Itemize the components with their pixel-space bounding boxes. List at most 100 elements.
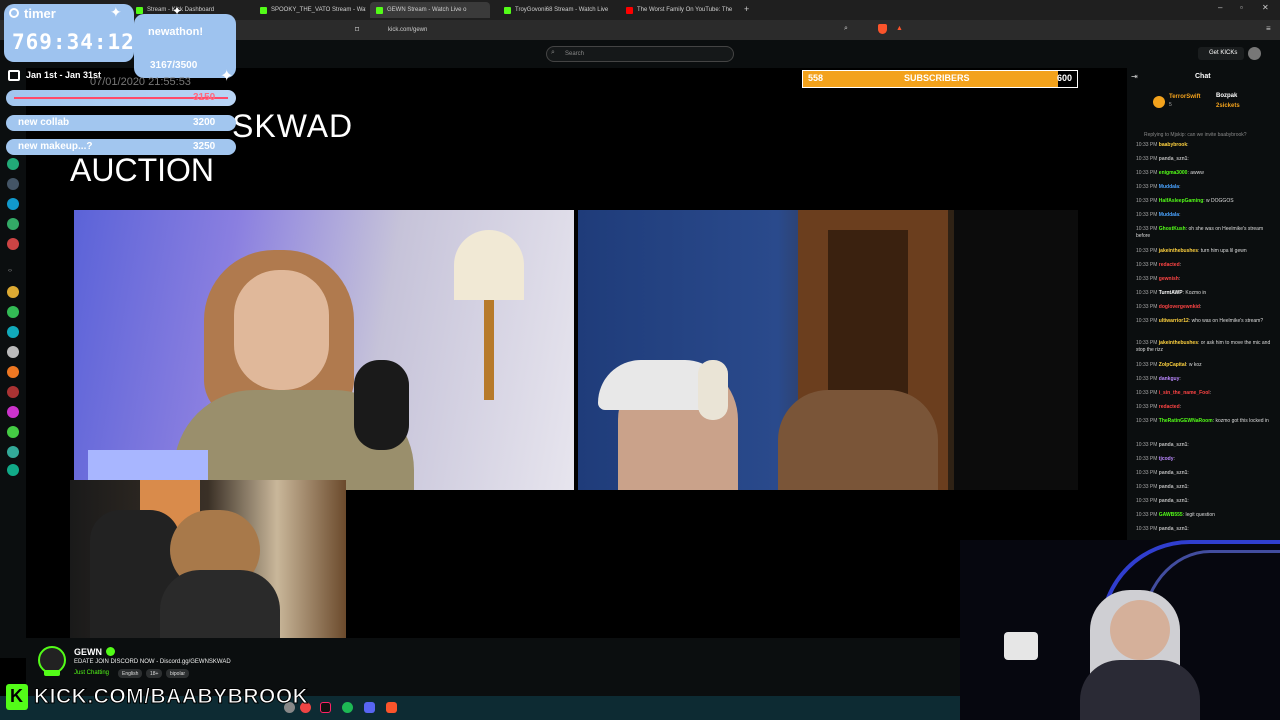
chat-username[interactable]: GhostKush (1159, 226, 1186, 232)
tab-label: TroyGovoni68 Stream - Watch Live o (515, 7, 610, 13)
rail-channel-avatar[interactable] (7, 238, 19, 250)
rail-channel-avatar[interactable] (7, 306, 19, 318)
chat-text: kozmo got this locked in (1215, 418, 1269, 424)
chat-timestamp: 10:33 PM (1136, 212, 1158, 218)
chat-username[interactable]: jakeinthebushes (1159, 340, 1198, 346)
collapse-chat-icon[interactable]: ⇥ (1131, 72, 1138, 81)
channel-name[interactable]: GEWN (74, 647, 102, 657)
webcam-feed-host (70, 480, 346, 638)
rewards-icon[interactable]: ▲ (896, 25, 903, 32)
chat-message: 10:33 PM panda_szn1: (1136, 526, 1189, 532)
stream-tag[interactable]: 18+ (146, 669, 163, 678)
chat-username[interactable]: panda_szn1 (1159, 156, 1188, 162)
chat-username[interactable]: panda_szn1 (1159, 526, 1188, 532)
rail-channel-avatar[interactable] (7, 426, 19, 438)
chat-message: 10:33 PM panda_szn1: (1136, 442, 1189, 448)
chat-message: 10:33 PM jakeinthebushes: or ask him to … (1136, 340, 1271, 353)
chat-username[interactable]: Muddala (1159, 184, 1179, 190)
rail-channel-avatar[interactable] (7, 158, 19, 170)
browser-tab[interactable]: SPOOKY_THE_VATO Stream - Watch (254, 2, 366, 18)
close-window-button[interactable]: ✕ (1262, 3, 1269, 12)
chat-timestamp: 10:33 PM (1136, 498, 1158, 504)
kick-channel-url: KICK.COM/BAABYBROOK (33, 685, 309, 709)
chat-username[interactable]: tjcody (1159, 456, 1174, 462)
url-field[interactable]: kick.com/gewn (372, 23, 912, 37)
pinned-user[interactable]: 2sickets (1216, 103, 1240, 109)
chat-message: 10:33 PM jakeinthebushes: turn him upa l… (1136, 248, 1247, 254)
chat-timestamp: 10:33 PM (1136, 276, 1158, 282)
stream-tag[interactable]: bipolar (166, 669, 190, 678)
browser-tab[interactable]: The Worst Family On YouTube: The (620, 2, 738, 18)
rail-channel-avatar[interactable] (7, 346, 19, 358)
tiktok-icon[interactable] (320, 702, 331, 713)
chat-username[interactable]: dankguy (1159, 376, 1180, 382)
chat-message: 10:33 PM GhostKush: oh she was on Heelmi… (1136, 226, 1264, 239)
bookmark-icon[interactable]: ⌑ (355, 25, 359, 34)
zoom-icon[interactable]: ⌕ (844, 25, 848, 33)
browser-tab[interactable]: GEWN Stream - Watch Live o (370, 2, 490, 18)
rail-channel-avatar[interactable] (7, 326, 19, 338)
menu-icon[interactable]: ≡ (1266, 24, 1271, 33)
chat-username[interactable]: HalfAsleepGaming (1159, 198, 1203, 204)
chat-username[interactable]: panda_szn1 (1159, 484, 1188, 490)
chat-username[interactable]: jakeinthebushes (1159, 248, 1198, 254)
discord-icon[interactable] (364, 702, 375, 713)
chat-timestamp: 10:33 PM (1136, 340, 1158, 346)
chat-username[interactable]: Muddala (1159, 212, 1179, 218)
chat-username[interactable]: panda_szn1 (1159, 498, 1188, 504)
chat-timestamp: 10:33 PM (1136, 470, 1158, 476)
search-input[interactable]: Search (546, 46, 734, 62)
verified-icon (106, 647, 115, 656)
chat-username[interactable]: TheRatinGEWNaRoom (1159, 418, 1213, 424)
rail-channel-avatar[interactable] (7, 178, 19, 190)
chat-message: 10:33 PM panda_szn1: (1136, 498, 1189, 504)
brave-icon[interactable] (386, 702, 397, 713)
chat-username[interactable]: ultiwarrior12 (1159, 318, 1189, 324)
chat-username[interactable]: redacted (1159, 404, 1180, 410)
rail-channel-avatar[interactable] (7, 198, 19, 210)
chat-message: 10:33 PM baabybrook: (1136, 142, 1189, 148)
new-tab-button[interactable]: + (744, 4, 749, 14)
chat-username[interactable]: enigma3000 (1159, 170, 1188, 176)
rail-channel-avatar[interactable] (7, 446, 19, 458)
rail-channel-avatar[interactable] (7, 464, 19, 476)
rail-channel-avatar[interactable] (7, 366, 19, 378)
get-kicks-button[interactable]: Get KICKs (1198, 47, 1244, 60)
pinned-user[interactable]: Bozpak (1216, 93, 1237, 99)
stream-category[interactable]: Just Chatting (74, 670, 109, 676)
minimize-button[interactable]: – (1218, 3, 1222, 12)
chat-username[interactable]: redacted (1159, 262, 1180, 268)
chat-username[interactable]: GAWB555 (1159, 512, 1183, 518)
stream-tag[interactable]: English (118, 669, 143, 678)
brave-shield-icon[interactable] (878, 24, 887, 34)
chat-username[interactable]: gewnish (1159, 276, 1179, 282)
rail-channel-avatar[interactable] (7, 286, 19, 298)
rail-channel-avatar[interactable] (7, 218, 19, 230)
chat-username[interactable]: baabybrook (1159, 142, 1187, 148)
chat-username[interactable]: ZolpCapital (1159, 362, 1186, 368)
sparkle-icon: ✦ (172, 4, 183, 18)
user-avatar[interactable] (1248, 47, 1261, 60)
chat-username[interactable]: i_sin_the_name_Fool (1159, 390, 1210, 396)
spotify-icon[interactable] (342, 702, 353, 713)
chat-username[interactable]: panda_szn1 (1159, 442, 1188, 448)
chat-timestamp: 10:33 PM (1136, 318, 1158, 324)
chat-message: 10:33 PM HalfAsleepGaming: w DOGGOS (1136, 198, 1234, 204)
tab-favicon-icon (504, 6, 511, 14)
chat-message: 10:33 PM Muddala: (1136, 184, 1181, 190)
rail-channel-avatar[interactable] (7, 406, 19, 418)
chat-username[interactable]: doglovergewnkid (1159, 304, 1200, 310)
chat-username[interactable]: TurntAWP (1159, 290, 1183, 296)
goal-amount: 3150 (193, 92, 216, 103)
maximize-button[interactable]: ▫ (1240, 3, 1243, 12)
tab-favicon-icon (136, 6, 143, 14)
tab-favicon-icon (260, 6, 267, 14)
pinned-user[interactable]: TerrorSwift (1169, 94, 1201, 100)
chat-timestamp: 10:33 PM (1136, 456, 1158, 462)
chat-timestamp: 10:33 PM (1136, 484, 1158, 490)
chat-text: w koz (1188, 362, 1202, 368)
browser-tab[interactable]: TroyGovoni68 Stream - Watch Live o (498, 2, 610, 18)
chat-username[interactable]: panda_szn1 (1159, 470, 1188, 476)
rail-channel-avatar[interactable] (7, 386, 19, 398)
chat-timestamp: 10:33 PM (1136, 170, 1158, 176)
